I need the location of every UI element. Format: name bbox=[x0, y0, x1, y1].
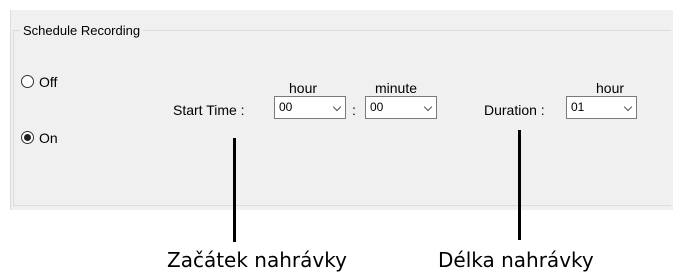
duration-caption: Délka nahrávky bbox=[438, 248, 594, 272]
duration-label: Duration : bbox=[484, 102, 545, 118]
start-time-label: Start Time : bbox=[173, 102, 245, 118]
chevron-down-icon bbox=[423, 102, 433, 112]
on-radio[interactable]: On bbox=[21, 130, 58, 146]
duration-pointer-line bbox=[518, 130, 521, 240]
time-separator: : bbox=[352, 102, 356, 118]
group-title: Schedule Recording bbox=[20, 23, 144, 38]
start-minute-header: minute bbox=[375, 80, 418, 96]
off-radio-label: Off bbox=[39, 74, 58, 90]
chevron-down-icon bbox=[332, 102, 342, 112]
duration-hour-header: hour bbox=[596, 80, 625, 96]
off-radio-circle[interactable] bbox=[21, 75, 34, 88]
on-radio-circle[interactable] bbox=[21, 131, 34, 144]
chevron-down-icon bbox=[623, 102, 633, 112]
on-radio-label: On bbox=[39, 130, 58, 146]
start-hour-select[interactable]: 00 bbox=[274, 96, 346, 119]
off-radio[interactable]: Off bbox=[21, 74, 57, 90]
start-minute-select[interactable]: 00 bbox=[365, 96, 437, 119]
start-hour-header: hour bbox=[289, 80, 318, 96]
start-time-pointer-line bbox=[233, 138, 236, 242]
start-time-caption: Začátek nahrávky bbox=[167, 248, 347, 272]
start-hour-value: 00 bbox=[279, 100, 293, 114]
start-minute-value: 00 bbox=[370, 100, 384, 114]
duration-hour-value: 01 bbox=[571, 100, 585, 114]
duration-hour-select[interactable]: 01 bbox=[566, 96, 637, 119]
